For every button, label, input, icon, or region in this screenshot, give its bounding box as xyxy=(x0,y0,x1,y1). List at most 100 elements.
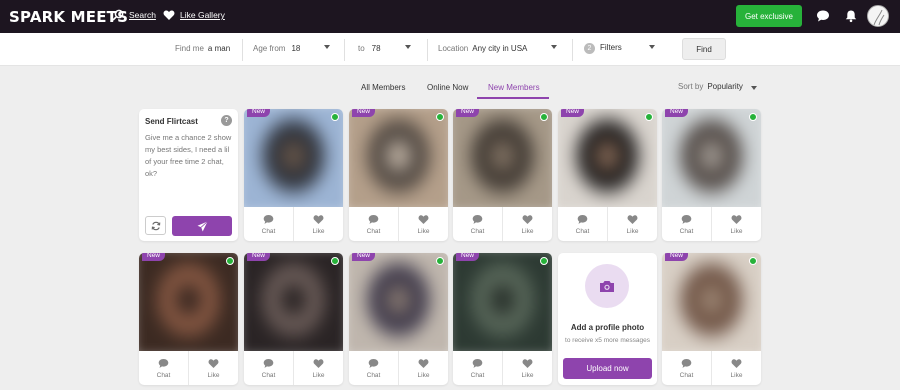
member-photo[interactable] xyxy=(453,109,552,207)
filters-dropdown[interactable]: 2 Filters xyxy=(584,43,622,54)
help-icon[interactable]: ? xyxy=(221,115,232,126)
like-button[interactable]: Like xyxy=(398,207,448,241)
member-photo[interactable] xyxy=(244,109,343,207)
refresh-icon xyxy=(151,221,160,230)
chat-button[interactable]: Chat xyxy=(662,351,711,385)
chat-button[interactable]: Chat xyxy=(244,207,293,241)
member-card[interactable]: New Chat Like xyxy=(453,109,552,241)
like-button[interactable]: Like xyxy=(502,351,552,385)
heart-icon xyxy=(313,214,324,224)
chevron-down-icon xyxy=(324,45,330,49)
age-from-select[interactable]: Age from 18 xyxy=(253,44,300,53)
member-card[interactable]: New Chat Like xyxy=(662,253,761,385)
chat-icon xyxy=(472,214,483,224)
find-me-select[interactable]: Find me a man xyxy=(175,44,230,53)
upload-now-button[interactable]: Upload now xyxy=(563,358,652,379)
user-avatar[interactable] xyxy=(867,5,889,27)
chat-button[interactable]: Chat xyxy=(349,351,398,385)
online-status-dot xyxy=(540,113,548,121)
member-photo[interactable] xyxy=(558,109,657,207)
member-photo[interactable] xyxy=(453,253,552,351)
online-status-dot xyxy=(436,113,444,121)
chat-label: Chat xyxy=(470,371,485,379)
like-label: Like xyxy=(207,371,220,379)
add-profile-photo-card: Add a profile photo to receive x5 more m… xyxy=(558,253,657,385)
like-button[interactable]: Like xyxy=(398,351,448,385)
new-badge: New xyxy=(247,253,271,261)
upload-title: Add a profile photo xyxy=(570,323,645,332)
filters-count-badge: 2 xyxy=(584,43,595,54)
search-icon xyxy=(112,9,124,21)
like-button[interactable]: Like xyxy=(607,207,657,241)
chat-label: Chat xyxy=(470,227,485,235)
chat-bubble-icon[interactable] xyxy=(816,9,830,23)
new-badge: New xyxy=(352,253,376,261)
like-label: Like xyxy=(730,371,743,379)
member-card[interactable]: New Chat Like xyxy=(244,109,343,241)
divider xyxy=(572,39,573,61)
chat-icon xyxy=(263,214,274,224)
like-label: Like xyxy=(521,371,534,379)
member-photo[interactable] xyxy=(349,253,448,351)
like-button[interactable]: Like xyxy=(188,351,238,385)
like-button[interactable]: Like xyxy=(502,207,552,241)
tab-all-members[interactable]: All Members xyxy=(361,83,405,92)
chat-icon xyxy=(577,214,588,224)
tab-new-members[interactable]: New Members xyxy=(488,83,540,92)
member-card[interactable]: New Chat Like xyxy=(139,253,238,385)
member-card[interactable]: New Chat Like xyxy=(244,253,343,385)
like-button[interactable]: Like xyxy=(711,351,761,385)
member-photo[interactable] xyxy=(244,253,343,351)
online-status-dot xyxy=(331,113,339,121)
member-card[interactable]: New Chat Like xyxy=(662,109,761,241)
chevron-down-icon xyxy=(751,86,757,90)
member-photo[interactable] xyxy=(662,109,761,207)
sort-by-select[interactable]: Sort by Popularity xyxy=(678,82,743,91)
send-flirtcast-button[interactable] xyxy=(172,216,232,236)
find-button[interactable]: Find xyxy=(682,38,726,60)
like-gallery-link[interactable]: Like Gallery xyxy=(163,9,225,21)
like-button[interactable]: Like xyxy=(711,207,761,241)
member-card[interactable]: New Chat Like xyxy=(349,253,448,385)
chat-label: Chat xyxy=(575,227,590,235)
new-badge: New xyxy=(665,253,689,261)
member-card[interactable]: New Chat Like xyxy=(453,253,552,385)
tab-online-now[interactable]: Online Now xyxy=(427,83,468,92)
member-photo[interactable] xyxy=(139,253,238,351)
logo[interactable]: SPARK MEETS xyxy=(9,8,128,26)
heart-icon xyxy=(627,214,638,224)
search-label: Search xyxy=(129,10,156,20)
chat-label: Chat xyxy=(366,227,381,235)
chat-button[interactable]: Chat xyxy=(349,207,398,241)
member-card[interactable]: New Chat Like xyxy=(558,109,657,241)
like-label: Like xyxy=(312,371,325,379)
member-card[interactable]: New Chat Like xyxy=(349,109,448,241)
location-select[interactable]: Location Any city in USA xyxy=(438,44,527,53)
chat-button[interactable]: Chat xyxy=(453,207,502,241)
chat-icon xyxy=(681,214,692,224)
chat-label: Chat xyxy=(156,371,171,379)
member-photo[interactable] xyxy=(349,109,448,207)
chat-button[interactable]: Chat xyxy=(139,351,188,385)
chat-button[interactable]: Chat xyxy=(453,351,502,385)
chat-button[interactable]: Chat xyxy=(558,207,607,241)
chat-label: Chat xyxy=(679,227,694,235)
chevron-down-icon xyxy=(649,45,655,49)
new-badge: New xyxy=(456,109,480,117)
chat-label: Chat xyxy=(261,371,276,379)
get-exclusive-button[interactable]: Get exclusive xyxy=(736,5,802,27)
flirtcast-title: Send Flirtcast xyxy=(145,117,198,126)
like-button[interactable]: Like xyxy=(293,351,343,385)
chat-button[interactable]: Chat xyxy=(244,351,293,385)
chat-button[interactable]: Chat xyxy=(662,207,711,241)
like-button[interactable]: Like xyxy=(293,207,343,241)
member-photo[interactable] xyxy=(662,253,761,351)
heart-icon xyxy=(522,214,533,224)
search-link[interactable]: Search xyxy=(112,9,156,21)
new-badge: New xyxy=(456,253,480,261)
refresh-message-button[interactable] xyxy=(145,216,166,235)
bell-icon[interactable] xyxy=(844,9,858,23)
camera-circle[interactable] xyxy=(585,264,629,308)
new-badge: New xyxy=(247,109,271,117)
age-to-select[interactable]: to 78 xyxy=(358,44,381,53)
